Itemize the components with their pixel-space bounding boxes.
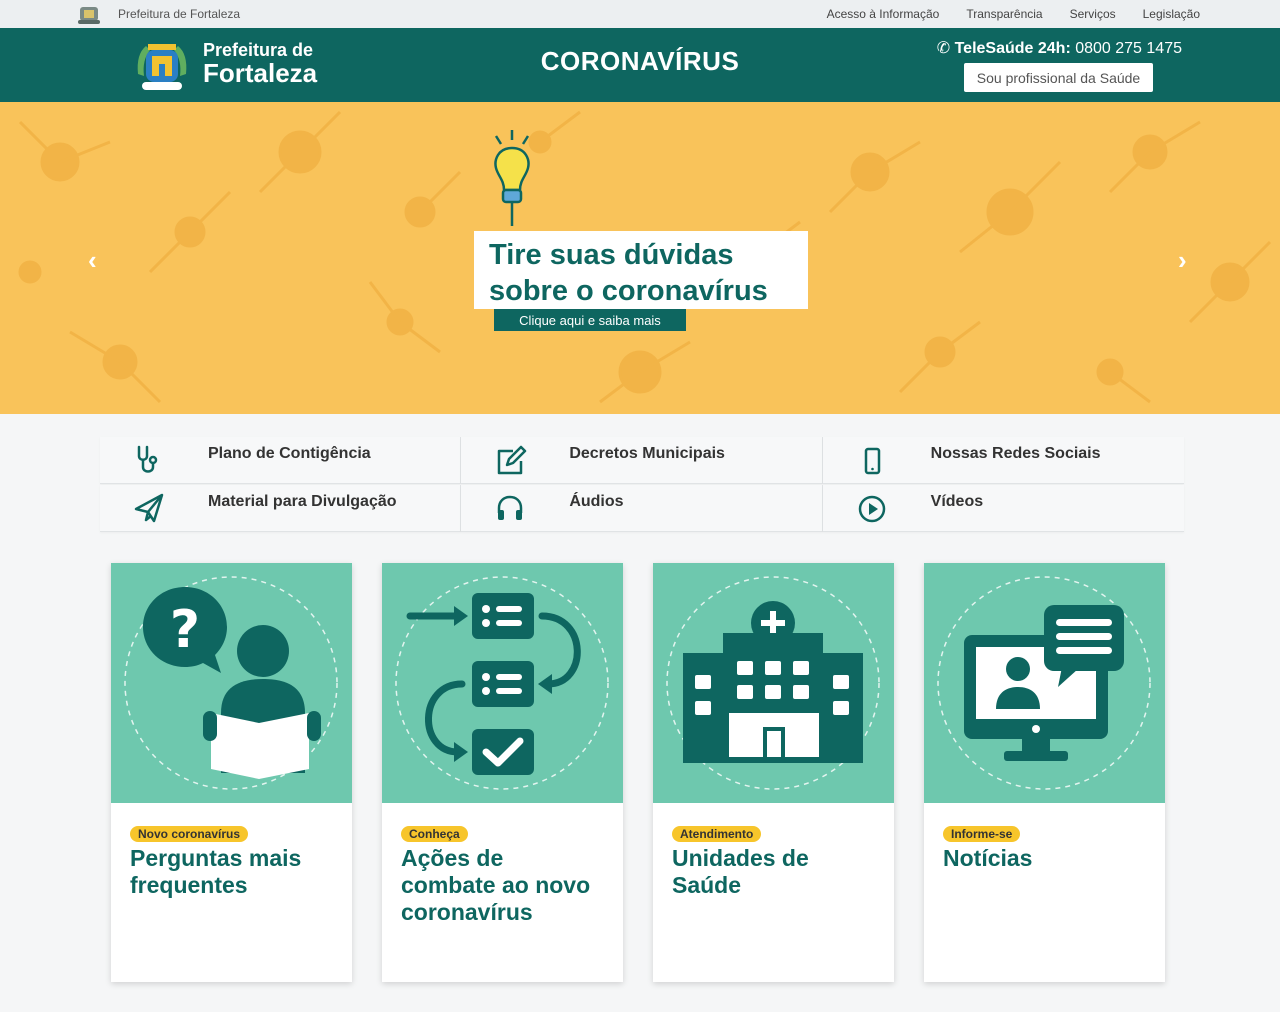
quick-link-label: Áudios — [569, 492, 624, 510]
carousel-next-arrow[interactable]: › — [1178, 245, 1187, 276]
quick-link-label: Nossas Redes Sociais — [930, 445, 1101, 462]
telesaude-info: ✆ TeleSaúde 24h: 0800 275 1475 — [937, 38, 1182, 58]
quick-link-videos[interactable]: Vídeos — [822, 484, 1184, 532]
edit-document-icon — [498, 445, 527, 475]
top-links: Acesso à Informação Transparência Serviç… — [827, 7, 1200, 21]
card-title[interactable]: Ações de combate ao novo coronavírus — [401, 845, 604, 926]
video-chat-icon — [937, 576, 1151, 790]
hospital-icon — [666, 576, 880, 790]
quick-link-label: Vídeos — [930, 492, 984, 510]
top-utility-bar: Prefeitura de Fortaleza Acesso à Informa… — [0, 0, 1280, 28]
city-crest-icon — [78, 7, 100, 24]
card-tag: Conheça — [401, 826, 468, 842]
card-image — [924, 563, 1165, 803]
quick-links-grid: Plano de Contigência Decretos Municipais… — [100, 437, 1184, 532]
quick-link-label: Material para Divulgação — [208, 492, 397, 510]
telesaude-number[interactable]: 0800 275 1475 — [1075, 40, 1182, 57]
card-title[interactable]: Unidades de Saúde — [672, 845, 875, 899]
health-professional-button[interactable]: Sou profissional da Saúde — [964, 63, 1153, 92]
lightbulb-icon — [494, 130, 530, 226]
card-unidades-saude[interactable]: Atendimento Unidades de Saúde — [653, 563, 894, 982]
card-image — [653, 563, 894, 803]
hero-carousel[interactable]: ‹ › Tire suas dúvidas sobre o coronavíru… — [0, 102, 1280, 414]
site-header: Prefeitura de Fortaleza CORONAVÍRUS ✆ Te… — [0, 28, 1280, 102]
carousel-prev-arrow[interactable]: ‹ — [88, 245, 97, 276]
quick-link-plano-contingencia[interactable]: Plano de Contigência — [100, 437, 462, 484]
card-image — [382, 563, 623, 803]
smartphone-icon — [864, 447, 880, 475]
card-body: Atendimento Unidades de Saúde — [653, 803, 894, 899]
link-transparencia[interactable]: Transparência — [966, 7, 1042, 21]
phone-icon: ✆ — [936, 40, 951, 57]
question-reader-icon: ? — [124, 576, 338, 790]
checklist-flow-icon — [395, 576, 609, 790]
card-tag: Informe-se — [943, 826, 1021, 842]
headphones-icon — [498, 495, 523, 520]
site-name[interactable]: Prefeitura de Fortaleza — [118, 7, 240, 21]
quick-link-decretos[interactable]: Decretos Municipais — [461, 437, 823, 484]
telesaude-label: TeleSaúde 24h: — [954, 40, 1071, 57]
card-tag: Novo coronavírus — [130, 826, 249, 842]
card-title[interactable]: Perguntas mais frequentes — [130, 845, 333, 899]
paper-plane-icon — [134, 493, 164, 522]
quick-link-label: Decretos Municipais — [569, 445, 725, 462]
quick-link-redes-sociais[interactable]: Nossas Redes Sociais — [822, 437, 1184, 484]
card-perguntas-frequentes[interactable]: ? Novo coronavírus Perguntas mais freque… — [111, 563, 352, 982]
link-legislacao[interactable]: Legislação — [1143, 7, 1200, 21]
hero-cta-button[interactable]: Clique aqui e saiba mais — [494, 309, 686, 331]
card-title[interactable]: Notícias — [943, 845, 1146, 872]
link-acesso-informacao[interactable]: Acesso à Informação — [827, 7, 940, 21]
hero-headline-line2: sobre o coronavírus — [489, 275, 768, 307]
play-circle-icon — [858, 495, 885, 522]
card-body: Informe-se Notícias — [924, 803, 1165, 872]
card-tag: Atendimento — [672, 826, 762, 842]
quick-link-label: Plano de Contigência — [208, 445, 371, 462]
card-noticias[interactable]: Informe-se Notícias — [924, 563, 1165, 982]
card-image: ? — [111, 563, 352, 803]
quick-link-audios[interactable]: Áudios — [461, 484, 823, 532]
card-acoes-combate[interactable]: Conheça Ações de combate ao novo coronav… — [382, 563, 623, 982]
feature-cards: ? Novo coronavírus Perguntas mais freque… — [111, 563, 1165, 982]
card-body: Novo coronavírus Perguntas mais frequent… — [111, 803, 352, 899]
hero-headline-line1: Tire suas dúvidas — [489, 239, 734, 271]
stethoscope-icon — [137, 445, 158, 473]
card-body: Conheça Ações de combate ao novo coronav… — [382, 803, 623, 926]
hero-headline[interactable]: Tire suas dúvidas sobre o coronavírus — [474, 231, 808, 309]
svg-text:?: ? — [170, 600, 200, 660]
link-servicos[interactable]: Serviços — [1070, 7, 1116, 21]
quick-link-material-divulgacao[interactable]: Material para Divulgação — [100, 484, 462, 532]
